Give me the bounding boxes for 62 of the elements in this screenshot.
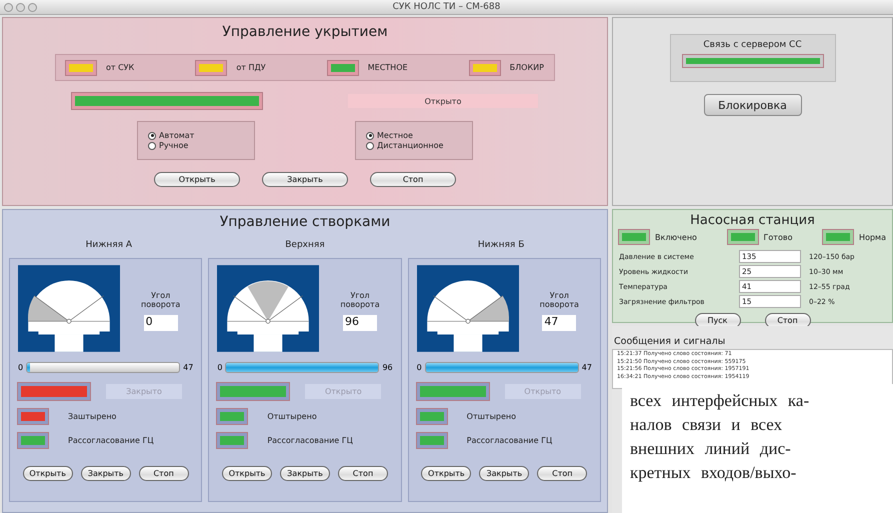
action-button[interactable]: Открыть <box>222 466 272 481</box>
angle-label: Угол поворота <box>538 291 580 309</box>
indicator-label: Рассогласование ГЦ <box>466 436 552 445</box>
action-button[interactable]: Открыть <box>421 466 472 481</box>
indicator-label: Рассогласование ГЦ <box>68 436 154 445</box>
position-status: Открыто <box>348 94 538 108</box>
messages-title: Сообщения и сигналы <box>613 336 726 347</box>
indicator-label: от СУК <box>106 63 134 72</box>
window-close-icon[interactable] <box>4 2 13 12</box>
angle-label: Угол поворота <box>140 291 182 309</box>
scale-min: 0 <box>18 363 24 372</box>
indicator-label: Заштырено <box>68 412 116 421</box>
block-button[interactable]: Блокировка <box>704 94 802 116</box>
indicator-label: Отштырено <box>466 412 516 421</box>
state-label: Закрыто <box>106 384 182 399</box>
indicator-label: Готово <box>764 232 792 242</box>
scale-max: 47 <box>582 363 592 372</box>
indicator-label: от ПДУ <box>236 63 266 72</box>
angle-value-field: 0 <box>144 315 178 331</box>
action-button[interactable]: Стоп <box>338 466 388 481</box>
indicator-label: Норма <box>859 232 886 242</box>
action-button[interactable]: Открыть <box>154 172 240 187</box>
scale-min: 0 <box>416 363 422 372</box>
radio-option[interactable]: Местное <box>366 131 472 140</box>
server-label: Связь с сервером СС <box>703 40 802 50</box>
state-label: Открыто <box>504 384 581 399</box>
shutter-name: Нижняя Б <box>478 240 524 250</box>
action-button[interactable]: Открыть <box>22 466 73 481</box>
panel-title: Насосная станция <box>689 213 816 228</box>
indicator-label: Включено <box>655 232 697 242</box>
radio-option[interactable]: Автомат <box>148 131 254 140</box>
panel-title: Управление створками <box>220 214 390 232</box>
indicator-label: МЕСТНОЕ <box>368 63 408 72</box>
scale-max: 96 <box>382 363 393 372</box>
action-button[interactable]: Стоп <box>370 172 456 187</box>
action-button[interactable]: Стоп <box>537 466 588 481</box>
angle-value-field: 96 <box>342 315 377 331</box>
print-text-line: внешних линий дис- <box>630 438 792 460</box>
indicator-label: Отштырено <box>267 412 317 421</box>
action-button[interactable]: Закрыть <box>280 466 330 481</box>
angle-label: Угол поворота <box>339 291 381 309</box>
state-label: Открыто <box>305 384 382 399</box>
shutter-name: Нижняя А <box>86 240 132 250</box>
print-text-line: кретных входов/выхо- <box>630 462 798 484</box>
indicator-label: БЛОКИР <box>510 63 544 72</box>
angle-value-field: 47 <box>542 315 576 331</box>
scale-min: 0 <box>217 363 222 372</box>
radio-option[interactable]: Дистанционное <box>366 141 472 150</box>
action-button[interactable]: Закрыть <box>80 466 131 481</box>
radio-option[interactable]: Ручное <box>148 141 254 150</box>
print-text-line: всех интерфейсных ка- <box>630 390 810 412</box>
window-zoom-icon[interactable] <box>28 2 37 12</box>
shutter-name: Верхняя <box>285 240 325 250</box>
print-text-line: налов связи и всех <box>630 414 784 436</box>
action-button[interactable]: Закрыть <box>479 466 530 481</box>
panel-title: Управление укрытием <box>222 24 388 42</box>
window-minimize-icon[interactable] <box>16 2 25 12</box>
action-button[interactable]: Стоп <box>138 466 189 481</box>
indicator-label: Рассогласование ГЦ <box>267 436 353 445</box>
action-button[interactable]: Закрыть <box>262 172 348 187</box>
scale-max: 47 <box>183 363 194 372</box>
window-title: СУК НОЛС ТИ – СМ-688 <box>392 2 502 12</box>
